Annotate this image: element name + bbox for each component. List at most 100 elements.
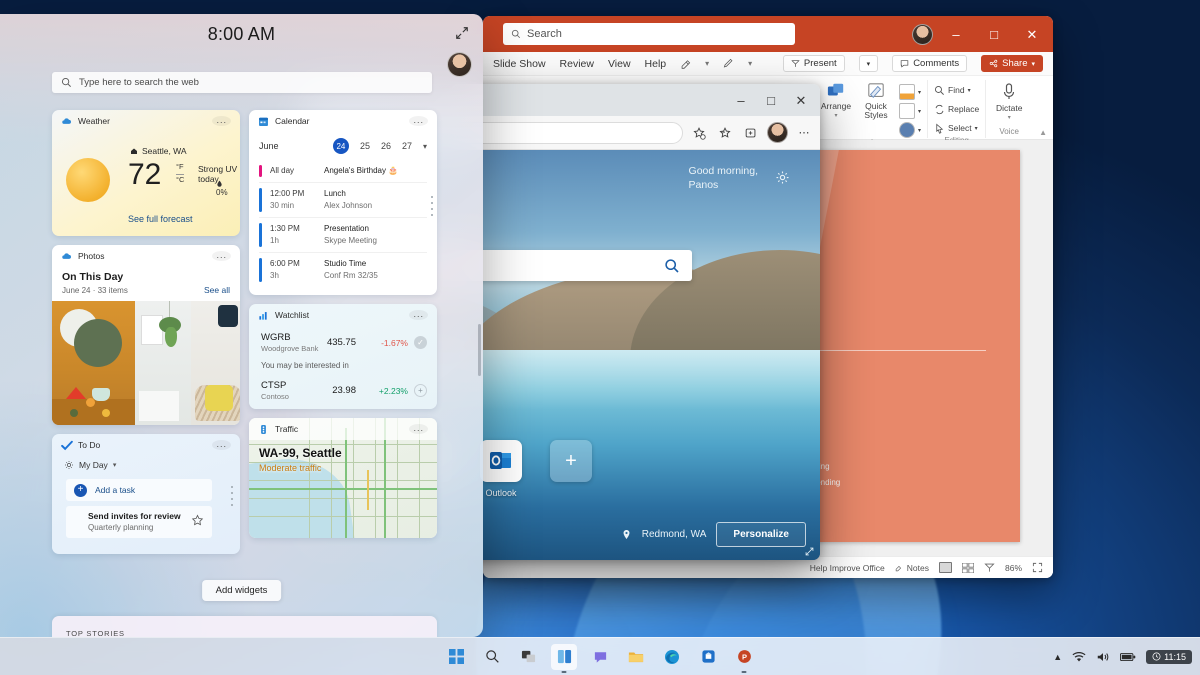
find-button[interactable]: Find▾ [934,82,971,98]
slide-sorter-icon[interactable] [962,563,974,573]
ribbon-group-drawing[interactable]: Arrange ▾ Quick Styles ▾ ▾ ▾ rawing [813,80,928,138]
highlighter-icon[interactable] [680,58,691,69]
quick-link-outlook[interactable]: Outlook [480,440,522,498]
todo-widget[interactable]: To Do ... My Day ▾ + Add a task Send inv… [52,434,240,554]
top-stories-section[interactable]: TOP STORIES [52,616,437,637]
user-avatar[interactable] [447,52,472,77]
calendar-event[interactable]: 12:00 PM 30 min Lunch Alex Johnson [259,183,427,218]
collections-add-icon[interactable] [689,123,709,143]
system-tray[interactable]: ▲ 11:15 [1053,650,1192,664]
quick-link-add-button[interactable]: + [550,440,592,488]
normal-view-icon[interactable] [939,562,952,573]
photos-thumbnail-strip[interactable] [52,301,240,425]
tab-review[interactable]: Review [560,58,594,70]
traffic-widget[interactable]: WA-99, Seattle Moderate traffic Traffic … [249,418,437,538]
photo-thumbnail[interactable] [191,301,240,425]
widgets-scrollbar[interactable] [478,324,481,376]
photo-thumbnail[interactable] [135,301,191,425]
arrange-button[interactable]: Arrange ▾ [819,82,853,119]
chevron-down-icon[interactable]: ▾ [113,461,117,469]
check-circle-icon[interactable]: ✓ [414,336,427,349]
task-view-button[interactable] [515,644,541,670]
edge-minimize-button[interactable]: – [726,88,756,112]
powerpoint-close-button[interactable]: ✕ [1017,22,1047,46]
add-widgets-button[interactable]: Add widgets [202,580,282,601]
expand-diagonal-icon[interactable] [455,26,469,40]
watchlist-row[interactable]: WGRB Woodgrove Bank 435.75 -1.67% ✓ [261,332,427,353]
photos-widget[interactable]: Photos ... On This Day June 24 · 33 item… [52,245,240,425]
fit-slide-icon[interactable] [1032,562,1043,573]
todo-task-item[interactable]: Send invites for review Quarterly planni… [66,506,212,538]
quick-styles-button[interactable]: Quick Styles [859,82,893,120]
shape-effects-button[interactable]: ▾ [899,122,921,138]
share-button[interactable]: Share ▾ [981,55,1043,72]
shape-fill-button[interactable]: ▾ [899,84,921,100]
widgets-search-input[interactable]: Type here to search the web [52,72,432,93]
tab-help[interactable]: Help [645,58,667,70]
search-button[interactable] [479,644,505,670]
present-button[interactable]: Present [783,55,845,72]
calendar-day-26[interactable]: 26 [381,141,391,151]
powerpoint-minimize-button[interactable]: – [941,22,971,46]
plus-circle-icon[interactable]: + [414,384,427,397]
powerpoint-maximize-button[interactable]: □ [979,22,1009,46]
collections-icon[interactable] [741,123,761,143]
calendar-day-24[interactable]: 24 [333,138,349,154]
shape-outline-button[interactable]: ▾ [899,103,921,119]
calendar-more-button[interactable]: ... [409,116,428,126]
weather-units[interactable]: °F °C [176,162,184,186]
chevron-up-icon[interactable]: ▲ [1053,652,1062,662]
calendar-day-27[interactable]: 27 [402,141,412,151]
gear-icon[interactable] [775,170,790,185]
widgets-button[interactable] [551,644,577,670]
traffic-more-button[interactable]: ... [409,424,428,434]
todo-more-button[interactable]: ... [212,440,231,450]
calendar-event[interactable]: All day Angela's Birthday 🎂 [259,160,427,183]
taskbar-items[interactable]: P [443,644,757,670]
weather-unit-f[interactable]: °F [176,162,184,175]
calendar-event-list[interactable]: All day Angela's Birthday 🎂 12:00 PM 30 … [259,160,427,287]
wifi-icon[interactable] [1072,651,1086,663]
zoom-level[interactable]: 86% [1005,563,1022,573]
select-button[interactable]: Select▾ [934,120,978,136]
edge-close-button[interactable]: ✕ [786,88,816,112]
chevron-down-icon[interactable]: ▾ [423,142,427,151]
resize-icon[interactable] [804,546,815,557]
powerpoint-menubar[interactable]: Slide Show Review View Help ▾ ▾ Present … [483,52,1053,76]
calendar-date-strip[interactable]: June 24 25 26 27 ▾ [259,138,427,154]
edge-profile-avatar[interactable] [767,122,788,143]
photos-more-button[interactable]: ... [212,251,231,261]
watchlist-row[interactable]: CTSP Contoso 23.98 +2.23% + [261,380,427,401]
collapse-ribbon-button[interactable]: ▲ [1039,128,1047,137]
photos-see-all-link[interactable]: See all [204,285,230,295]
weather-unit-c[interactable]: °C [176,175,184,186]
ribbon-group-voice[interactable]: Dictate ▾ Voice [986,80,1032,138]
powerpoint-button[interactable]: P [731,644,757,670]
comments-button[interactable]: Comments [892,55,967,72]
edge-button[interactable] [659,644,685,670]
todo-add-task-input[interactable]: + Add a task [66,479,212,501]
taskbar[interactable]: P ▲ 11:15 [0,637,1200,675]
favorite-icon[interactable] [715,123,735,143]
edge-maximize-button[interactable]: □ [756,88,786,112]
chat-button[interactable] [587,644,613,670]
watchlist-more-button[interactable]: ... [409,310,428,320]
search-icon[interactable] [664,258,680,274]
weather-forecast-link[interactable]: See full forecast [128,214,193,224]
notes-button[interactable]: Notes [895,563,929,573]
calendar-event[interactable]: 1:30 PM 1h Presentation Skype Meeting [259,218,427,253]
speaker-icon[interactable] [1096,651,1110,663]
ribbon-group-editing[interactable]: Find▾ Replace Select▾ Editing [928,80,986,138]
powerpoint-titlebar[interactable]: Search – □ ✕ [483,16,1053,52]
tab-view[interactable]: View [608,58,631,70]
photo-thumbnail[interactable] [52,301,135,425]
edge-more-icon[interactable]: ⋯ [794,123,814,143]
calendar-widget[interactable]: Calendar ... June 24 25 26 27 ▾ [249,110,437,295]
weather-more-button[interactable]: ... [212,116,231,126]
watchlist-widget[interactable]: Watchlist ... WGRB Woodgrove Bank 435.75… [249,304,437,409]
tab-slide-show[interactable]: Slide Show [493,58,546,70]
reading-view-icon[interactable] [984,562,995,573]
store-button[interactable] [695,644,721,670]
replace-button[interactable]: Replace [934,101,979,117]
personalize-button[interactable]: Personalize [716,522,806,547]
